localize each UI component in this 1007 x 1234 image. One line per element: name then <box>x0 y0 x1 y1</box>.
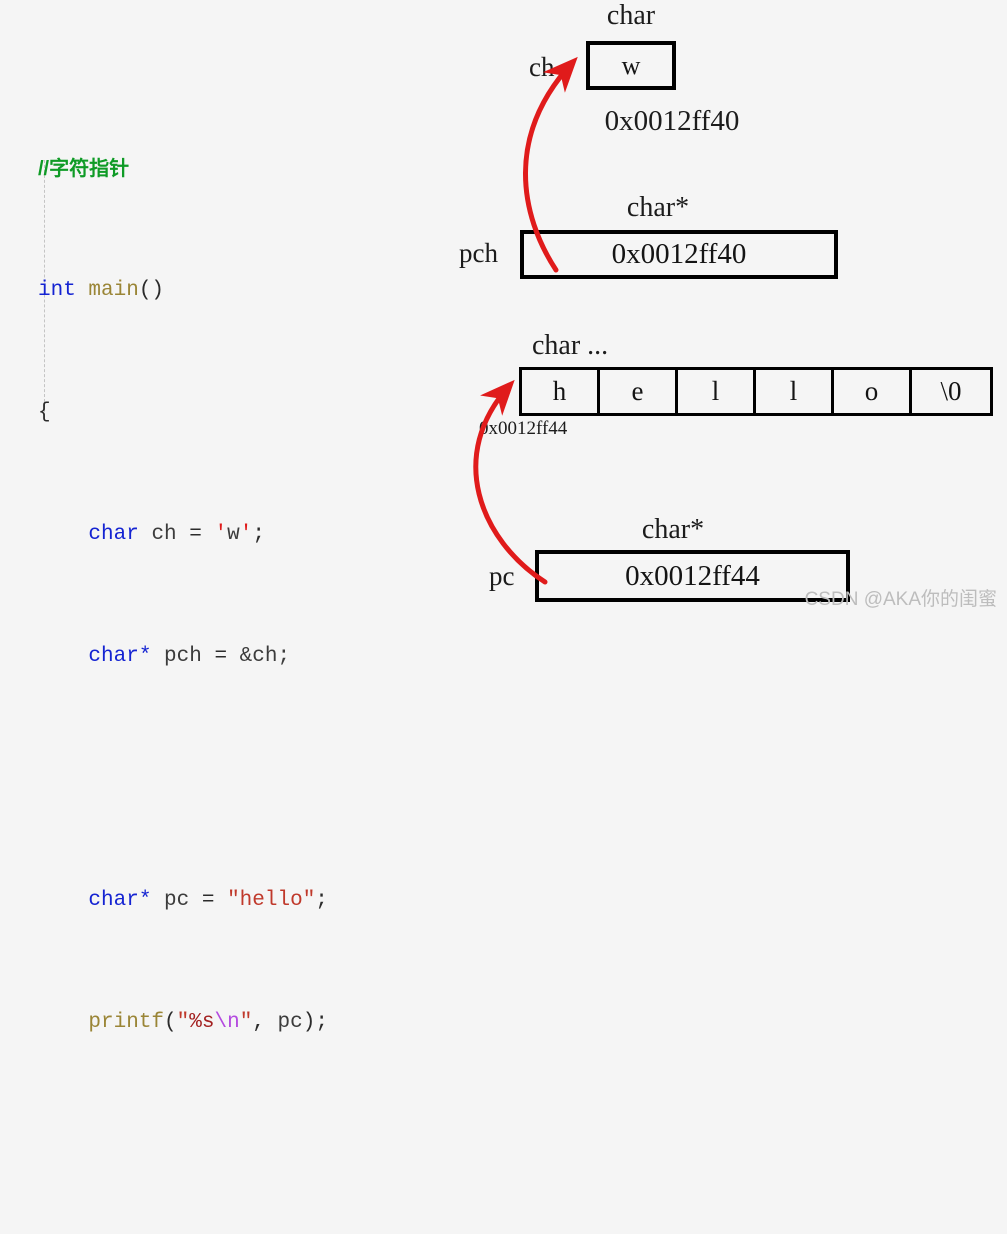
ch-type-caption: char <box>606 0 656 31</box>
code-line-blank-3 <box>38 1221 418 1234</box>
code-token-printf: printf <box>88 1010 165 1034</box>
ch-value-box: w <box>586 41 676 90</box>
pc-var-label: pc <box>489 561 515 591</box>
code-token-int: int <box>38 278 76 302</box>
code-token-assign2: = <box>214 644 240 668</box>
pc-type-caption: char* <box>641 514 705 545</box>
code-line-char-pch: char* pch = &ch; <box>38 642 418 673</box>
code-token-address-of-ch: &ch; <box>239 644 291 668</box>
string-cell: o <box>834 370 912 413</box>
code-line-blank-1 <box>38 764 418 795</box>
pch-type-caption: char* <box>626 192 690 223</box>
code-token-paren-close: ); <box>302 1010 328 1034</box>
string-cells-row: h e l l o \0 <box>519 367 993 416</box>
pc-value-box: 0x0012ff44 <box>535 550 850 602</box>
pch-value-box: 0x0012ff40 <box>520 230 838 279</box>
string-cell: \0 <box>940 376 962 406</box>
csdn-watermark: CSDN @AKA你的闺蜜 <box>804 589 997 610</box>
code-token-char-ptr2: char* <box>88 888 152 912</box>
diagram-canvas: //字符指针 int main() { char ch = 'w'; char*… <box>0 0 1007 1034</box>
code-token-pc: pc <box>151 888 202 912</box>
string-cell: h <box>522 370 600 413</box>
pch-var-label: pch <box>459 238 498 268</box>
code-token-escape-newline: \n <box>214 1010 240 1034</box>
code-token-dquote-close: " <box>239 1010 253 1034</box>
code-token-string-hello: "hello" <box>227 888 316 912</box>
code-line-char-ch: char ch = 'w'; <box>38 520 418 551</box>
code-token-char-literal: w <box>227 522 240 546</box>
code-token-paren-open: ( <box>164 1010 177 1034</box>
string-cell: e <box>600 370 678 413</box>
string-address-label: 0x0012ff44 <box>479 418 568 439</box>
code-block: //字符指针 int main() { char ch = 'w'; char*… <box>38 62 418 1234</box>
code-line-blank-2 <box>38 1130 418 1161</box>
code-token-assign: = <box>189 522 215 546</box>
code-token-char-ptr: char* <box>88 644 152 668</box>
code-line-comment: //字符指针 <box>38 154 418 185</box>
string-cell: l <box>756 370 834 413</box>
code-token-main: main <box>75 278 139 302</box>
code-token-char: char <box>88 522 139 546</box>
code-line-printf: printf("%s\n", pc); <box>38 1008 418 1039</box>
ch-address-label: 0x0012ff40 <box>604 105 740 137</box>
code-token-quote-close: ' <box>239 522 253 546</box>
code-token-quote-open: ' <box>214 522 228 546</box>
code-token-comment: //字符指针 <box>38 157 130 180</box>
code-token-pch: pch <box>151 644 215 668</box>
code-token-parens: () <box>138 278 165 302</box>
code-token-comma: , <box>252 1010 278 1034</box>
code-token-open-brace: { <box>38 400 51 424</box>
ch-pointer-label: ch <box>529 52 555 82</box>
code-token-format-spec: %s <box>189 1010 215 1034</box>
code-token-semicolon: ; <box>252 522 265 546</box>
code-token-assign3: = <box>201 888 228 912</box>
code-token-semicolon3: ; <box>315 888 328 912</box>
string-type-caption: char ... <box>532 330 609 361</box>
code-token-dquote-open: " <box>176 1010 190 1034</box>
string-cell: l <box>678 370 756 413</box>
code-token-arg-pc: pc <box>277 1010 303 1034</box>
code-line-char-pc: char* pc = "hello"; <box>38 886 418 917</box>
code-token-ch: ch <box>138 522 190 546</box>
code-line-open-brace: { <box>38 398 418 429</box>
code-line-main-signature: int main() <box>38 276 418 307</box>
